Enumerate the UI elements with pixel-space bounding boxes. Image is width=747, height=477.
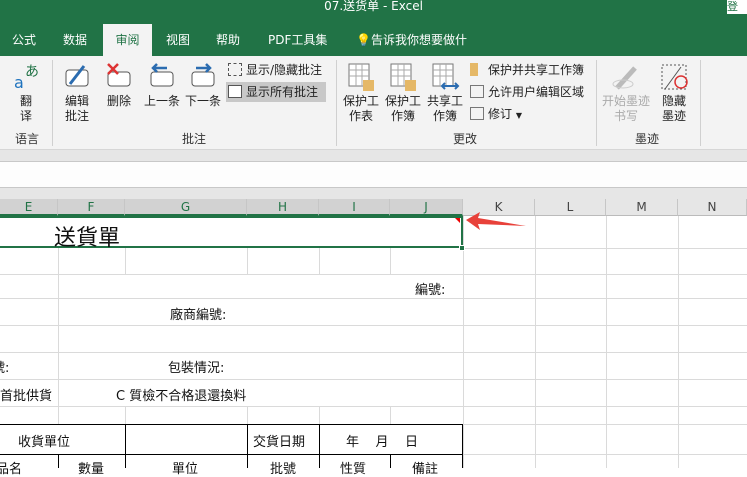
group-changes: 更改 <box>453 132 478 146</box>
column-header-j[interactable]: J <box>390 199 463 216</box>
sheet-lock-icon <box>348 63 374 91</box>
lock-share-icon <box>470 63 478 76</box>
tab-pdf-tools[interactable]: PDF工具集 <box>262 24 333 56</box>
translate-icon: aあ <box>14 64 39 92</box>
cell-receiving-unit: 收貨單位 <box>18 435 71 450</box>
label: 修订 <box>488 107 513 121</box>
workbook-lock-icon <box>390 63 416 91</box>
track-changes-button[interactable]: 修订 ▼ <box>468 104 522 124</box>
tab-help[interactable]: 帮助 <box>210 24 246 56</box>
edit-comment-button[interactable]: 编辑批注 <box>60 62 94 124</box>
arrow-left-icon <box>150 63 174 87</box>
lightbulb-icon: 💡 <box>356 33 371 47</box>
label: 共享工作簿 <box>427 94 464 123</box>
group-language: 语言 <box>15 132 40 146</box>
start-inking-button[interactable]: 开始墨迹书写 <box>600 62 652 124</box>
protect-workbook-button[interactable]: 保护工作簿 <box>384 62 422 124</box>
cell-vendor-no: 廠商編號: <box>170 308 227 323</box>
hide-ink-button[interactable]: 隐藏墨迹 <box>655 62 693 124</box>
ribbon: aあ 翻 译 语言 编辑批注 删除 上一条 下一条 显示/隐藏批注 显示所有批注… <box>0 56 747 150</box>
label: 删除 <box>106 94 131 108</box>
column-header-e[interactable]: E <box>0 199 58 216</box>
ribbon-tabs: 公式 数据 审阅 视图 帮助 PDF工具集 💡告诉我你想要做什 <box>0 24 747 56</box>
login-button[interactable]: 登 <box>727 0 747 14</box>
tell-me-label: 告诉我你想要做什 <box>370 33 467 47</box>
label: 显示所有批注 <box>246 85 319 99</box>
cell-packing: 包裝情況: <box>168 361 225 376</box>
dropdown-arrow-icon: ▼ <box>515 111 522 120</box>
tab-data[interactable]: 数据 <box>57 24 93 56</box>
edit-ranges-icon <box>470 85 484 98</box>
formula-bar[interactable] <box>0 161 747 188</box>
show-all-comments-button[interactable]: 显示所有批注 <box>226 82 326 102</box>
arrow-right-icon <box>191 63 215 87</box>
tab-formulas[interactable]: 公式 <box>6 24 42 56</box>
label: 编辑批注 <box>64 94 89 123</box>
cell-delivery-date: 交貨日期 <box>253 435 306 450</box>
protect-sheet-button[interactable]: 保护工作表 <box>342 62 380 124</box>
comment-icon <box>228 63 242 76</box>
column-header-f[interactable]: F <box>58 199 125 216</box>
protect-share-button[interactable]: 保护并共享工作簿 <box>468 60 584 80</box>
tab-review[interactable]: 审阅 <box>103 24 152 56</box>
label: 保护工作簿 <box>385 94 422 123</box>
column-header-g[interactable]: G <box>125 199 247 216</box>
translate-label: 翻 译 <box>19 94 32 123</box>
delete-comment-icon <box>107 63 131 87</box>
next-comment-button[interactable]: 下一条 <box>183 62 223 109</box>
comments-icon <box>228 85 242 98</box>
cell-number-label: 編號: <box>415 283 446 298</box>
label: 保护工作表 <box>343 94 380 123</box>
share-workbook-icon <box>432 63 460 90</box>
label: 上一条 <box>143 94 180 108</box>
column-header-m[interactable]: M <box>606 199 678 216</box>
comment-indicator-icon <box>455 218 460 223</box>
translate-button[interactable]: aあ 翻 译 <box>8 62 44 124</box>
show-hide-comment-button[interactable]: 显示/隐藏批注 <box>226 60 322 80</box>
column-header-h[interactable]: H <box>247 199 319 216</box>
column-header-i[interactable]: I <box>319 199 390 216</box>
allow-edit-ranges-button[interactable]: 允许用户编辑区域 <box>468 82 584 102</box>
label: 下一条 <box>184 94 221 108</box>
label: 保护并共享工作簿 <box>488 63 585 77</box>
svg-text:あ: あ <box>25 64 39 80</box>
column-header-n[interactable]: N <box>678 199 747 216</box>
cell-ymd: 年 月 日 <box>346 435 419 450</box>
fill-handle[interactable] <box>459 245 465 251</box>
track-changes-icon <box>470 107 484 120</box>
tell-me-search[interactable]: 💡告诉我你想要做什 <box>350 24 473 56</box>
column-header-l[interactable]: L <box>535 199 606 216</box>
red-arrow-annotation-icon <box>466 212 526 230</box>
label: 允许用户编辑区域 <box>488 85 585 99</box>
cell-option-c: C 質檢不合格退還換料 <box>116 389 247 404</box>
window-title: 07.送货单 - Excel <box>324 0 423 13</box>
sheet-title: 送貨單 <box>54 226 121 251</box>
delete-comment-button[interactable]: 删除 <box>102 62 136 109</box>
label: 隐藏墨迹 <box>661 94 686 123</box>
svg-text:a: a <box>14 73 24 92</box>
cell-partial-label: 號: <box>0 361 10 376</box>
pen-icon <box>612 66 637 90</box>
previous-comment-button[interactable]: 上一条 <box>142 62 182 109</box>
hide-ink-icon <box>661 64 688 90</box>
group-ink: 墨迹 <box>635 132 660 146</box>
label: 显示/隐藏批注 <box>246 63 323 77</box>
tab-view[interactable]: 视图 <box>160 24 196 56</box>
edit-comment-icon <box>65 65 89 87</box>
cell-option-b: 首批供貨 <box>0 389 53 404</box>
share-workbook-button[interactable]: 共享工作簿 <box>426 62 464 124</box>
title-bar: 07.送货单 - Excel <box>0 0 747 24</box>
label: 开始墨迹书写 <box>601 94 650 123</box>
group-comments: 批注 <box>182 132 207 146</box>
